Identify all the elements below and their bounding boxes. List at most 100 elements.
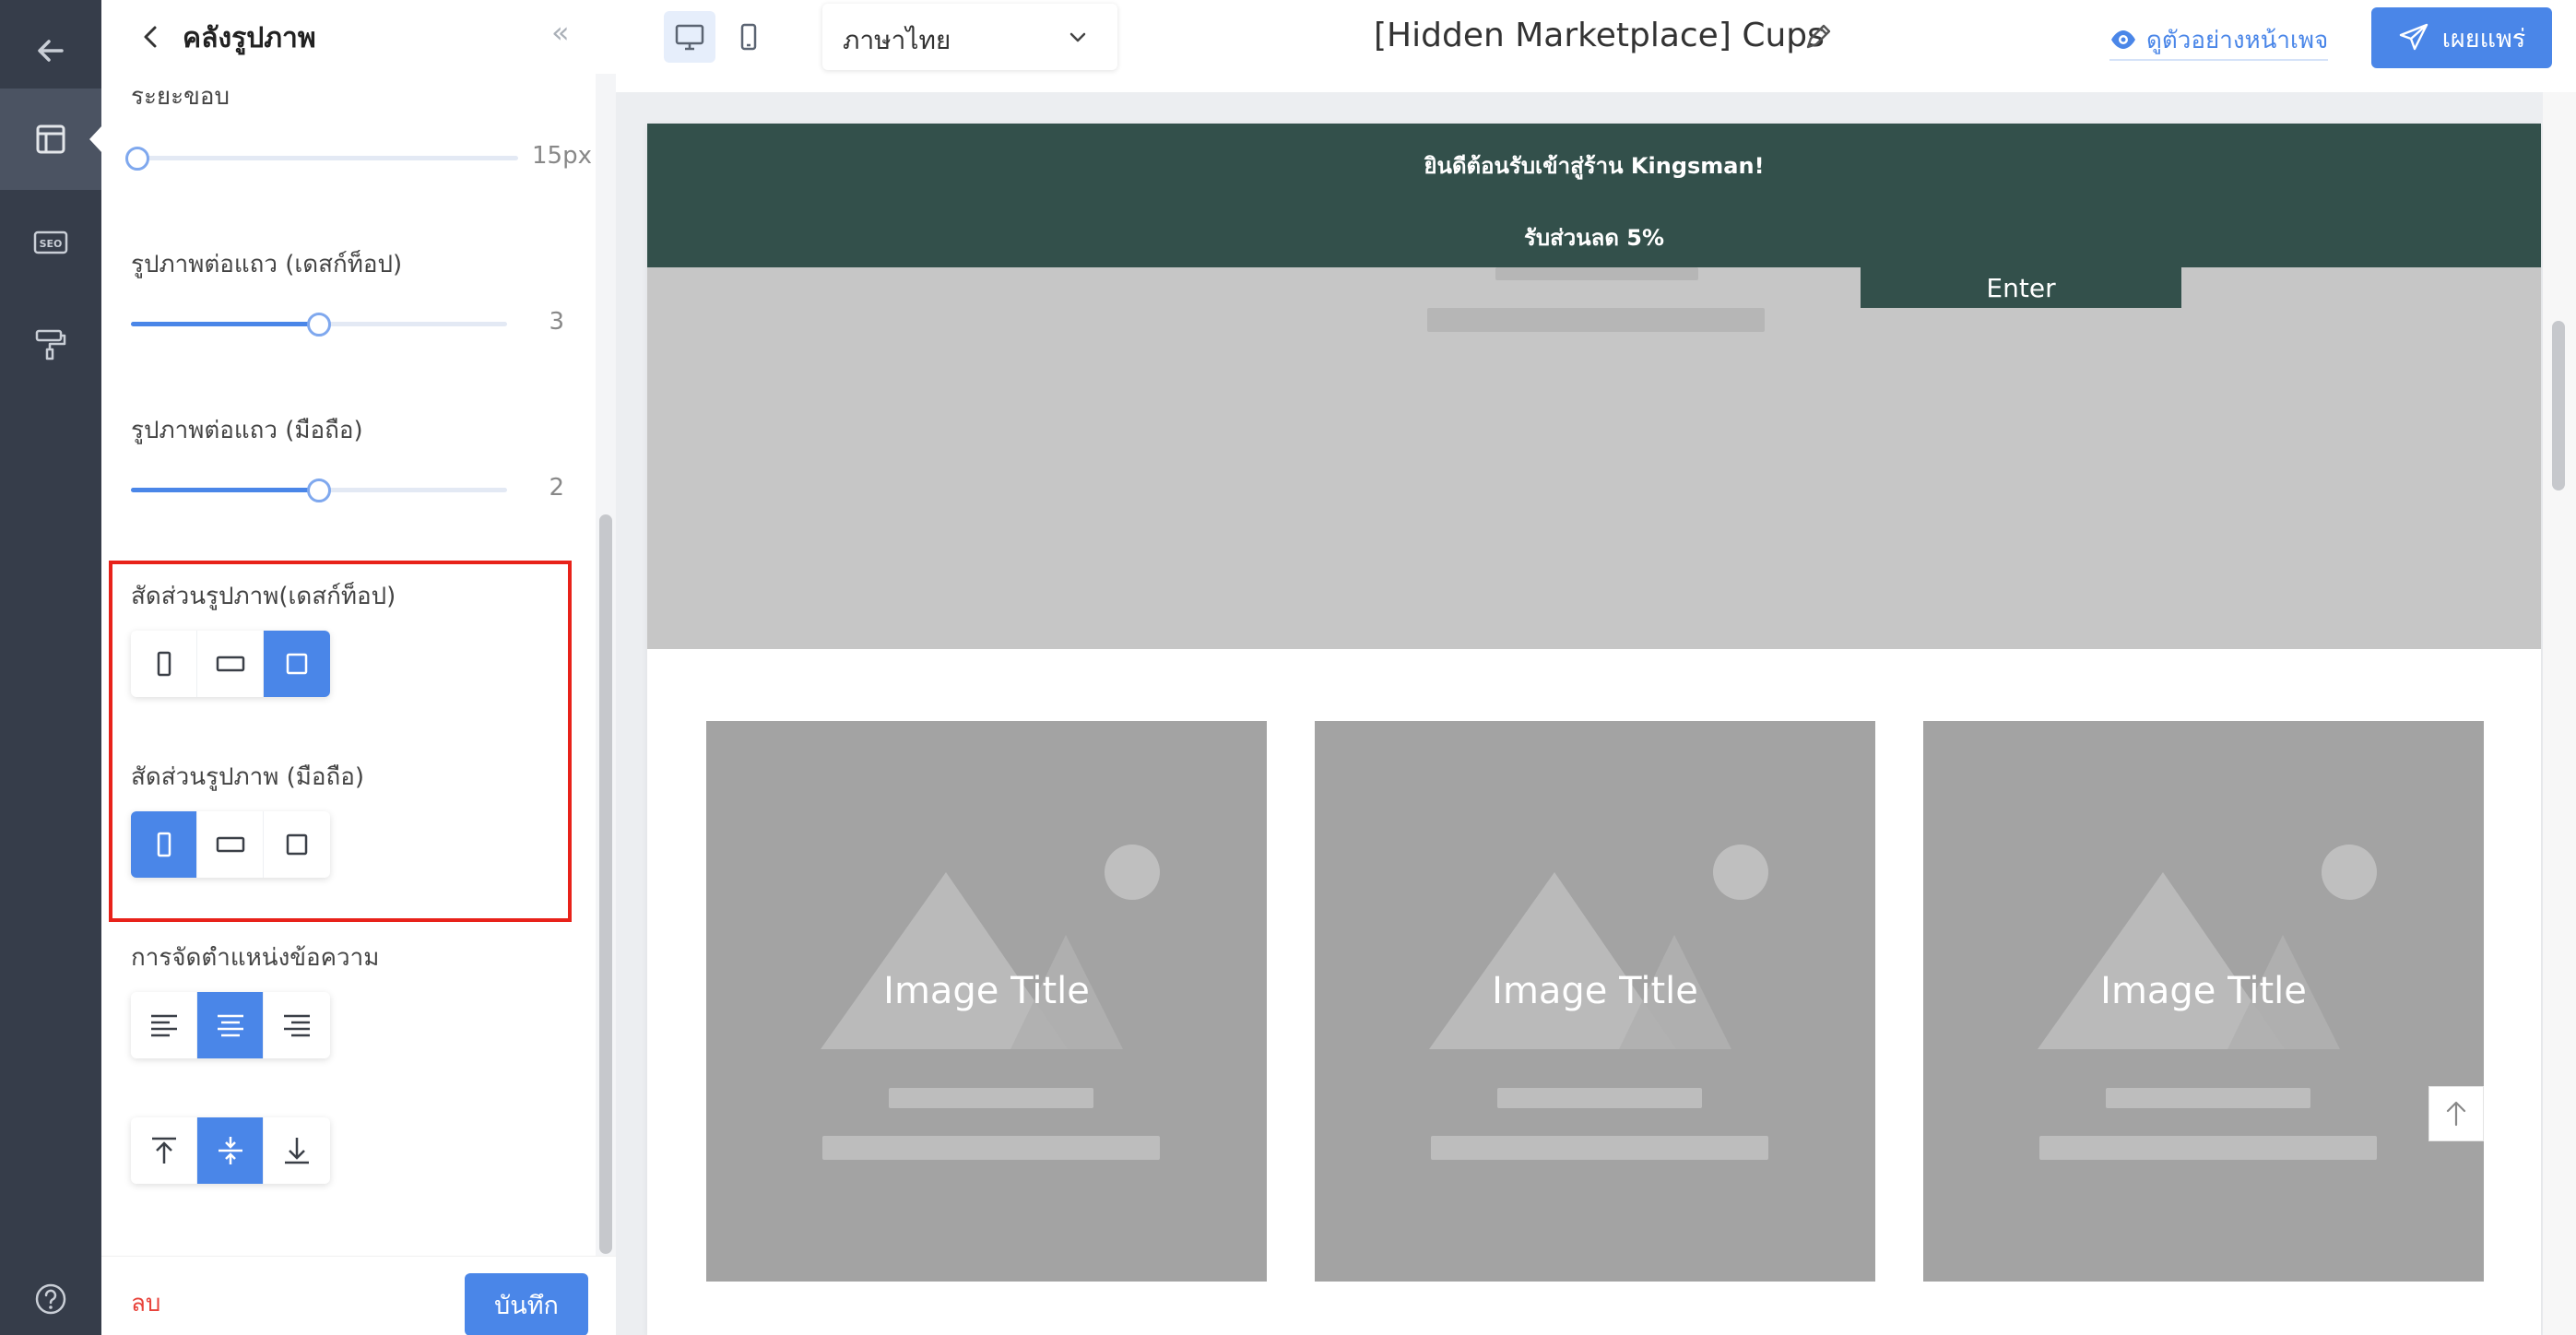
landscape-ratio-icon bbox=[216, 836, 244, 853]
panel-scrollbar-thumb[interactable] bbox=[599, 514, 612, 1254]
back-button[interactable] bbox=[0, 0, 101, 101]
preview-page-link[interactable]: ดูตัวอย่างหน้าเพจ bbox=[2109, 20, 2329, 61]
enter-button[interactable]: Enter bbox=[1861, 267, 2181, 308]
ratio-desktop-group bbox=[131, 631, 330, 697]
seo-icon: SEO bbox=[33, 230, 68, 254]
align-bottom-button[interactable] bbox=[264, 1117, 330, 1184]
back-to-top-button[interactable] bbox=[2428, 1086, 2484, 1141]
spacing-value: 15px bbox=[532, 142, 592, 170]
align-right-icon bbox=[284, 1014, 310, 1037]
panel-header: คลังรูปภาพ « bbox=[101, 0, 616, 74]
portrait-ratio-icon bbox=[157, 651, 171, 677]
card-skeleton-line bbox=[889, 1088, 1093, 1108]
image-title: Image Title bbox=[1492, 970, 1698, 1012]
page-preview: ยินดีต้อนรับเข้าสู่ร้าน Kingsman! รับส่ว… bbox=[647, 124, 2541, 1335]
editor-canvas: ยินดีต้อนรับเข้าสู่ร้าน Kingsman! รับส่ว… bbox=[616, 92, 2576, 1335]
help-icon bbox=[35, 1283, 66, 1315]
rail-item-layout[interactable] bbox=[0, 89, 102, 190]
pencil-icon[interactable] bbox=[1802, 20, 1835, 53]
publish-button[interactable]: เผยแพร่ bbox=[2371, 7, 2552, 68]
top-bar: ภาษาไทย [Hidden Marketplace] Cups ดูตัวอ… bbox=[616, 0, 2576, 92]
hero-placeholder bbox=[647, 267, 2541, 649]
text-align-group bbox=[131, 992, 330, 1058]
spacing-slider[interactable]: 15px bbox=[125, 142, 592, 171]
collapse-panel-button[interactable]: « bbox=[551, 15, 570, 50]
square-ratio-icon bbox=[286, 833, 308, 856]
card-skeleton-line bbox=[822, 1136, 1160, 1160]
seo-icon-text: SEO bbox=[40, 238, 63, 250]
spacing-slider-thumb[interactable] bbox=[125, 147, 149, 171]
canvas-scrollbar-thumb[interactable] bbox=[2552, 321, 2565, 490]
panel-title: คลังรูปภาพ bbox=[183, 22, 316, 54]
ratio-desktop-square-button[interactable] bbox=[264, 631, 330, 697]
align-top-button[interactable] bbox=[131, 1117, 197, 1184]
vertical-align-group bbox=[131, 1117, 330, 1184]
per-row-desktop-thumb[interactable] bbox=[307, 313, 331, 337]
canvas-scrollbar[interactable] bbox=[2543, 92, 2576, 1335]
landscape-ratio-icon bbox=[216, 656, 244, 672]
mobile-icon bbox=[740, 23, 757, 51]
align-center-button[interactable] bbox=[197, 992, 264, 1058]
ratio-mobile-landscape-button[interactable] bbox=[197, 811, 264, 878]
spacing-label: ระยะขอบ bbox=[131, 83, 230, 111]
delete-button[interactable]: ลบ bbox=[131, 1284, 160, 1322]
hero-skeleton-line bbox=[1427, 308, 1765, 332]
panel-scrollbar[interactable] bbox=[596, 74, 616, 1263]
left-rail: SEO bbox=[0, 0, 102, 1335]
arrow-left-icon bbox=[38, 40, 64, 62]
rail-item-seo[interactable]: SEO bbox=[0, 192, 101, 293]
announcement-bar: ยินดีต้อนรับเข้าสู่ร้าน Kingsman! รับส่ว… bbox=[647, 124, 2541, 267]
announcement-discount: รับส่วนลด 5% bbox=[1523, 225, 1665, 251]
save-button[interactable]: บันทึก bbox=[465, 1273, 588, 1335]
per-row-mobile-thumb[interactable] bbox=[307, 478, 331, 502]
ratio-desktop-label: สัดส่วนรูปภาพ(เดสก์ท็อป) bbox=[131, 583, 396, 610]
chevron-left-icon[interactable] bbox=[135, 20, 168, 53]
help-button[interactable] bbox=[0, 1248, 101, 1335]
align-right-button[interactable] bbox=[264, 992, 330, 1058]
align-top-icon bbox=[151, 1137, 176, 1164]
announcement-welcome: ยินดีต้อนรับเข้าสู่ร้าน Kingsman! bbox=[1424, 153, 1765, 179]
mobile-view-button[interactable] bbox=[723, 11, 774, 63]
ratio-desktop-portrait-button[interactable] bbox=[131, 631, 197, 697]
preview-page-label: ดูตัวอย่างหน้าเพจ bbox=[2146, 26, 2329, 54]
text-position-label: การจัดตำแหน่งข้อความ bbox=[131, 944, 380, 972]
paper-plane-icon bbox=[2399, 23, 2428, 51]
panel-footer: ลบ บันทึก bbox=[101, 1256, 616, 1335]
ratio-mobile-square-button[interactable] bbox=[264, 811, 330, 878]
arrow-up-icon bbox=[2446, 1101, 2466, 1127]
align-center-icon bbox=[217, 1014, 243, 1037]
image-title: Image Title bbox=[883, 970, 1090, 1012]
per-row-mobile-value: 2 bbox=[549, 474, 564, 502]
align-middle-button[interactable] bbox=[197, 1117, 264, 1184]
desktop-view-button[interactable] bbox=[664, 11, 715, 63]
align-left-icon bbox=[150, 1014, 177, 1037]
per-row-desktop-label: รูปภาพต่อแถว (เดสก์ท็อป) bbox=[131, 251, 403, 278]
language-select[interactable]: ภาษาไทย bbox=[822, 4, 1117, 70]
per-row-desktop-slider[interactable]: 3 bbox=[131, 308, 592, 337]
card-skeleton-line bbox=[2039, 1136, 2377, 1160]
ratio-mobile-label: สัดส่วนรูปภาพ (มือถือ) bbox=[131, 763, 365, 791]
portrait-ratio-icon bbox=[157, 832, 171, 857]
square-ratio-icon bbox=[286, 653, 308, 675]
image-card[interactable]: Image Title bbox=[1315, 721, 1875, 1282]
ratio-mobile-portrait-button[interactable] bbox=[131, 811, 197, 878]
paint-roller-icon bbox=[35, 329, 66, 360]
publish-label: เผยแพร่ bbox=[2441, 24, 2526, 53]
image-card[interactable]: Image Title bbox=[1923, 721, 2484, 1282]
per-row-mobile-slider[interactable]: 2 bbox=[131, 474, 592, 503]
eye-icon bbox=[2111, 30, 2135, 49]
align-middle-icon bbox=[218, 1137, 242, 1164]
per-row-desktop-value: 3 bbox=[549, 308, 564, 336]
ratio-mobile-group bbox=[131, 811, 330, 878]
ratio-desktop-landscape-button[interactable] bbox=[197, 631, 264, 697]
align-left-button[interactable] bbox=[131, 992, 197, 1058]
per-row-mobile-label: รูปภาพต่อแถว (มือถือ) bbox=[131, 417, 363, 444]
image-title: Image Title bbox=[2100, 970, 2307, 1012]
card-skeleton-line bbox=[1431, 1136, 1768, 1160]
desktop-icon bbox=[675, 24, 704, 51]
layout-icon bbox=[36, 124, 65, 154]
hero-skeleton-line bbox=[1495, 267, 1698, 280]
settings-panel: ระยะขอบ 15px คลังรูปภาพ « รูปภาพต่อแถว (… bbox=[101, 0, 616, 1335]
image-card[interactable]: Image Title bbox=[706, 721, 1267, 1282]
rail-item-design[interactable] bbox=[0, 293, 101, 395]
